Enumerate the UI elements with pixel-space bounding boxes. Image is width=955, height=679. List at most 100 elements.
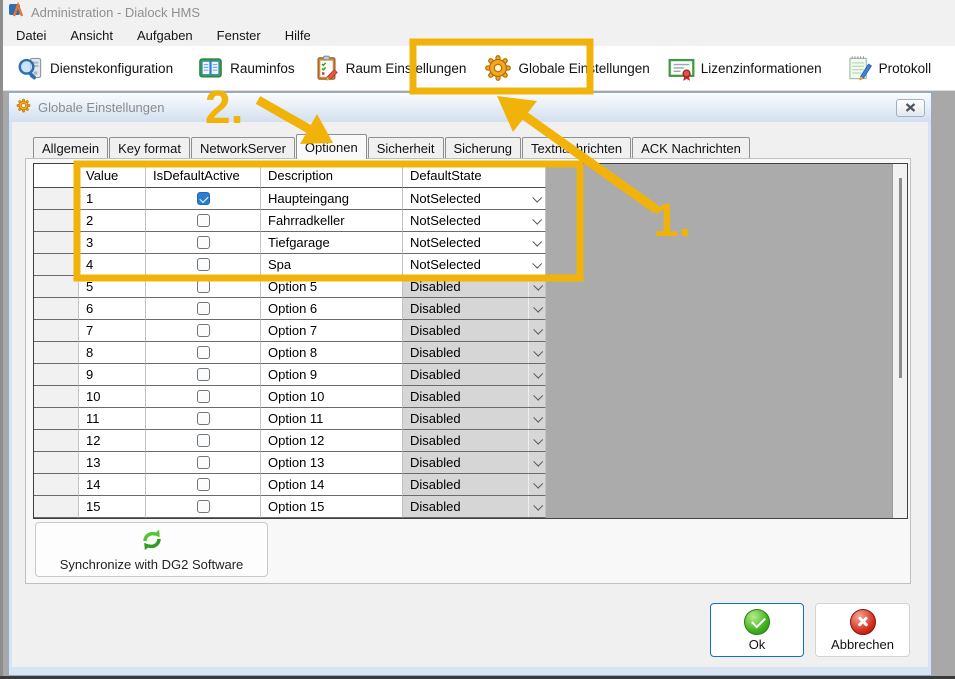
toolbar-rauminfos-button[interactable]: Rauminfos xyxy=(188,51,304,86)
row-selector[interactable] xyxy=(34,408,79,430)
toolbar-protokoll-button[interactable]: Protokoll xyxy=(837,51,941,86)
dialog-close-button[interactable] xyxy=(896,99,925,117)
description-cell[interactable]: Option 8 xyxy=(261,342,403,364)
value-cell[interactable]: 14 xyxy=(79,474,146,496)
description-cell[interactable]: Option 7 xyxy=(261,320,403,342)
default-active-checkbox[interactable] xyxy=(197,324,210,337)
toolbar-key-statistiken-button[interactable]: Key Statistiken xyxy=(946,51,955,86)
row-selector[interactable] xyxy=(34,320,79,342)
value-cell[interactable]: 6 xyxy=(79,298,146,320)
menu-datei[interactable]: Datei xyxy=(4,25,58,46)
cancel-button[interactable]: Abbrechen xyxy=(815,603,910,657)
menu-hilfe[interactable]: Hilfe xyxy=(273,25,323,46)
menu-aufgaben[interactable]: Aufgaben xyxy=(125,25,205,46)
default-state-dropdown[interactable]: Disabled xyxy=(403,364,546,386)
toolbar-dienstekonfiguration-button[interactable]: Dienstekonfiguration xyxy=(8,51,182,86)
default-active-checkbox[interactable] xyxy=(197,478,210,491)
row-selector[interactable] xyxy=(34,298,79,320)
default-state-dropdown[interactable]: Disabled xyxy=(403,408,546,430)
description-cell[interactable]: Option 6 xyxy=(261,298,403,320)
description-cell[interactable]: Option 10 xyxy=(261,386,403,408)
default-state-dropdown[interactable]: NotSelected xyxy=(403,210,546,232)
row-selector[interactable] xyxy=(34,210,79,232)
tab-key-format[interactable]: Key format xyxy=(109,137,190,158)
default-state-dropdown[interactable]: Disabled xyxy=(403,452,546,474)
row-selector[interactable] xyxy=(34,452,79,474)
default-active-checkbox[interactable] xyxy=(197,500,210,513)
toolbar-globale-einstellungen-button[interactable]: Globale Einstellungen xyxy=(475,50,658,86)
toolbar-lizenzinformationen-button[interactable]: Lizenzinformationen xyxy=(659,51,831,86)
value-cell[interactable]: 11 xyxy=(79,408,146,430)
tab-textnachrichten[interactable]: Textnachrichten xyxy=(522,137,631,158)
value-cell[interactable]: 13 xyxy=(79,452,146,474)
value-cell[interactable]: 2 xyxy=(79,210,146,232)
default-state-dropdown[interactable]: Disabled xyxy=(403,386,546,408)
ok-button[interactable]: Ok xyxy=(710,603,804,657)
value-cell[interactable]: 5 xyxy=(79,276,146,298)
value-cell[interactable]: 4 xyxy=(79,254,146,276)
default-state-dropdown[interactable]: Disabled xyxy=(403,298,546,320)
value-cell[interactable]: 10 xyxy=(79,386,146,408)
tab-allgemein[interactable]: Allgemein xyxy=(33,137,108,158)
tab-ack-nachrichten[interactable]: ACK Nachrichten xyxy=(632,137,750,158)
description-cell[interactable]: Option 5 xyxy=(261,276,403,298)
description-cell[interactable]: Option 9 xyxy=(261,364,403,386)
value-cell[interactable]: 8 xyxy=(79,342,146,364)
value-cell[interactable]: 1 xyxy=(79,188,146,210)
value-cell[interactable]: 12 xyxy=(79,430,146,452)
tab-optionen[interactable]: Optionen xyxy=(296,134,367,159)
tab-networkserver[interactable]: NetworkServer xyxy=(191,137,295,158)
default-active-checkbox[interactable] xyxy=(197,214,210,227)
default-state-dropdown[interactable]: Disabled xyxy=(403,342,546,364)
description-cell[interactable]: Option 12 xyxy=(261,430,403,452)
default-state-dropdown[interactable]: NotSelected xyxy=(403,188,546,210)
default-active-checkbox[interactable] xyxy=(197,390,210,403)
tab-sicherung[interactable]: Sicherung xyxy=(445,137,522,158)
synchronize-dg2-button[interactable]: Synchronize with DG2 Software xyxy=(35,522,268,577)
default-active-checkbox[interactable] xyxy=(197,236,210,249)
row-selector[interactable] xyxy=(34,342,79,364)
default-active-checkbox[interactable] xyxy=(197,434,210,447)
menu-fenster[interactable]: Fenster xyxy=(205,25,273,46)
default-state-dropdown[interactable]: NotSelected xyxy=(403,232,546,254)
grid-scrollbar[interactable] xyxy=(892,164,907,518)
default-active-checkbox[interactable] xyxy=(197,258,210,271)
description-cell[interactable]: Tiefgarage xyxy=(261,232,403,254)
scrollbar-thumb[interactable] xyxy=(899,178,902,378)
menu-ansicht[interactable]: Ansicht xyxy=(58,25,125,46)
default-active-checkbox[interactable] xyxy=(197,346,210,359)
default-state-dropdown[interactable]: Disabled xyxy=(403,320,546,342)
value-cell[interactable]: 9 xyxy=(79,364,146,386)
value-cell[interactable]: 3 xyxy=(79,232,146,254)
value-cell[interactable]: 15 xyxy=(79,496,146,518)
row-selector[interactable] xyxy=(34,364,79,386)
default-active-checkbox[interactable] xyxy=(197,456,210,469)
default-active-checkbox[interactable] xyxy=(197,192,210,205)
toolbar-raum-einstellungen-button[interactable]: Raum Einstellungen xyxy=(304,51,476,86)
value-cell[interactable]: 7 xyxy=(79,320,146,342)
row-selector[interactable] xyxy=(34,430,79,452)
row-selector[interactable] xyxy=(34,276,79,298)
description-cell[interactable]: Option 11 xyxy=(261,408,403,430)
default-active-checkbox[interactable] xyxy=(197,368,210,381)
description-cell[interactable]: Option 15 xyxy=(261,496,403,518)
row-selector[interactable] xyxy=(34,474,79,496)
default-state-dropdown[interactable]: Disabled xyxy=(403,276,546,298)
default-state-dropdown[interactable]: Disabled xyxy=(403,474,546,496)
default-state-dropdown[interactable]: Disabled xyxy=(403,430,546,452)
row-selector[interactable] xyxy=(34,188,79,210)
description-cell[interactable]: Fahrradkeller xyxy=(261,210,403,232)
description-cell[interactable]: Option 13 xyxy=(261,452,403,474)
default-state-dropdown[interactable]: Disabled xyxy=(403,496,546,518)
row-selector[interactable] xyxy=(34,496,79,518)
description-cell[interactable]: Spa xyxy=(261,254,403,276)
description-cell[interactable]: Haupteingang xyxy=(261,188,403,210)
row-selector[interactable] xyxy=(34,254,79,276)
description-cell[interactable]: Option 14 xyxy=(261,474,403,496)
default-active-checkbox[interactable] xyxy=(197,280,210,293)
row-selector[interactable] xyxy=(34,232,79,254)
default-active-checkbox[interactable] xyxy=(197,302,210,315)
default-state-dropdown[interactable]: NotSelected xyxy=(403,254,546,276)
row-selector[interactable] xyxy=(34,386,79,408)
tab-sicherheit[interactable]: Sicherheit xyxy=(368,137,444,158)
